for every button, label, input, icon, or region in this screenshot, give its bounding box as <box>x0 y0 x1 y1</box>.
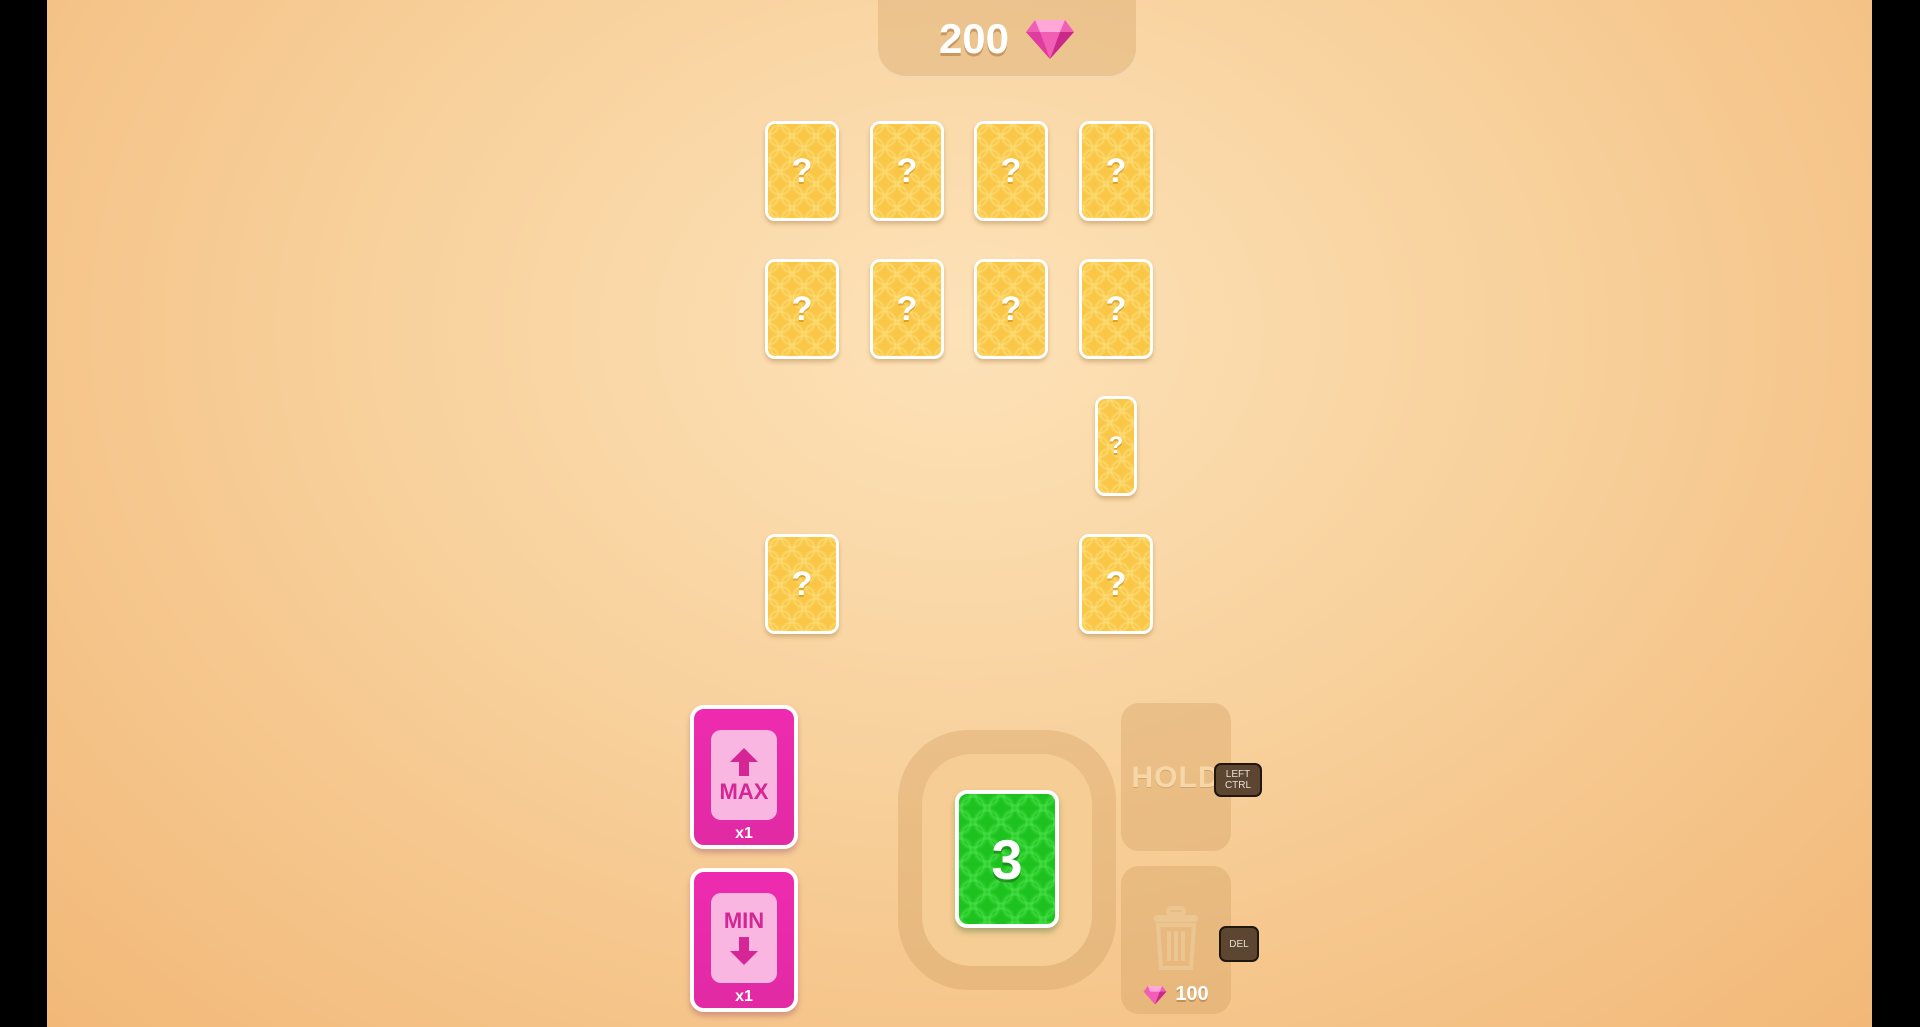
game-board: 200 ? ? ? ? ? ? ? ? ? ? ? MAX x1 MIN x1 … <box>47 0 1872 1027</box>
min-powerup-count: x1 <box>735 988 753 1005</box>
trash-cost: 100 <box>1121 983 1231 1006</box>
min-powerup-face: MIN <box>711 893 777 983</box>
min-powerup-label: MIN <box>723 908 765 933</box>
max-powerup-label: MAX <box>719 779 769 804</box>
face-down-card[interactable]: ? <box>765 534 839 634</box>
card-question-mark: ? <box>1105 289 1127 328</box>
card-question-mark: ? <box>791 151 813 190</box>
card-question-mark: ? <box>791 564 813 603</box>
score-panel: 200 <box>878 0 1136 78</box>
max-powerup-card[interactable]: MAX x1 <box>690 705 798 849</box>
card-question-mark: ? <box>1000 151 1022 190</box>
max-powerup-count: x1 <box>735 825 753 842</box>
current-card-value: 3 <box>991 827 1023 891</box>
score-value: 200 <box>938 15 1010 62</box>
face-down-card[interactable]: ? <box>765 259 839 359</box>
card-question-mark: ? <box>896 151 918 190</box>
card-question-mark: ? <box>1000 289 1022 328</box>
card-question-mark: ? <box>791 289 813 328</box>
pink-gem-icon <box>1143 985 1167 1005</box>
pink-gem-icon <box>1026 20 1075 59</box>
trash-slot[interactable]: 100 <box>1121 866 1231 1014</box>
card-question-mark: ? <box>1105 151 1127 190</box>
card-question-mark: ? <box>896 289 918 328</box>
card-question-mark: ? <box>1108 432 1124 459</box>
flipping-card[interactable]: ? <box>1095 396 1137 496</box>
arrow-down-icon <box>730 937 758 965</box>
face-down-card[interactable]: ? <box>1079 259 1153 359</box>
face-down-card[interactable]: ? <box>1079 121 1153 221</box>
face-down-card[interactable]: ? <box>870 121 944 221</box>
card-question-mark: ? <box>1105 564 1127 603</box>
face-down-card[interactable]: ? <box>1079 534 1153 634</box>
min-powerup-card[interactable]: MIN x1 <box>690 868 798 1012</box>
hold-key-hint: LEFT CTRL <box>1214 763 1262 797</box>
arrow-up-icon <box>730 748 758 776</box>
face-down-card[interactable]: ? <box>870 259 944 359</box>
face-down-card[interactable]: ? <box>974 121 1048 221</box>
trash-cost-value: 100 <box>1175 983 1209 1005</box>
face-down-card[interactable]: ? <box>974 259 1048 359</box>
trash-icon <box>1154 906 1198 970</box>
max-powerup-face: MAX <box>711 730 777 820</box>
current-card[interactable]: 3 <box>955 790 1059 928</box>
face-down-card[interactable]: ? <box>765 121 839 221</box>
trash-key-hint: DEL <box>1219 926 1259 962</box>
